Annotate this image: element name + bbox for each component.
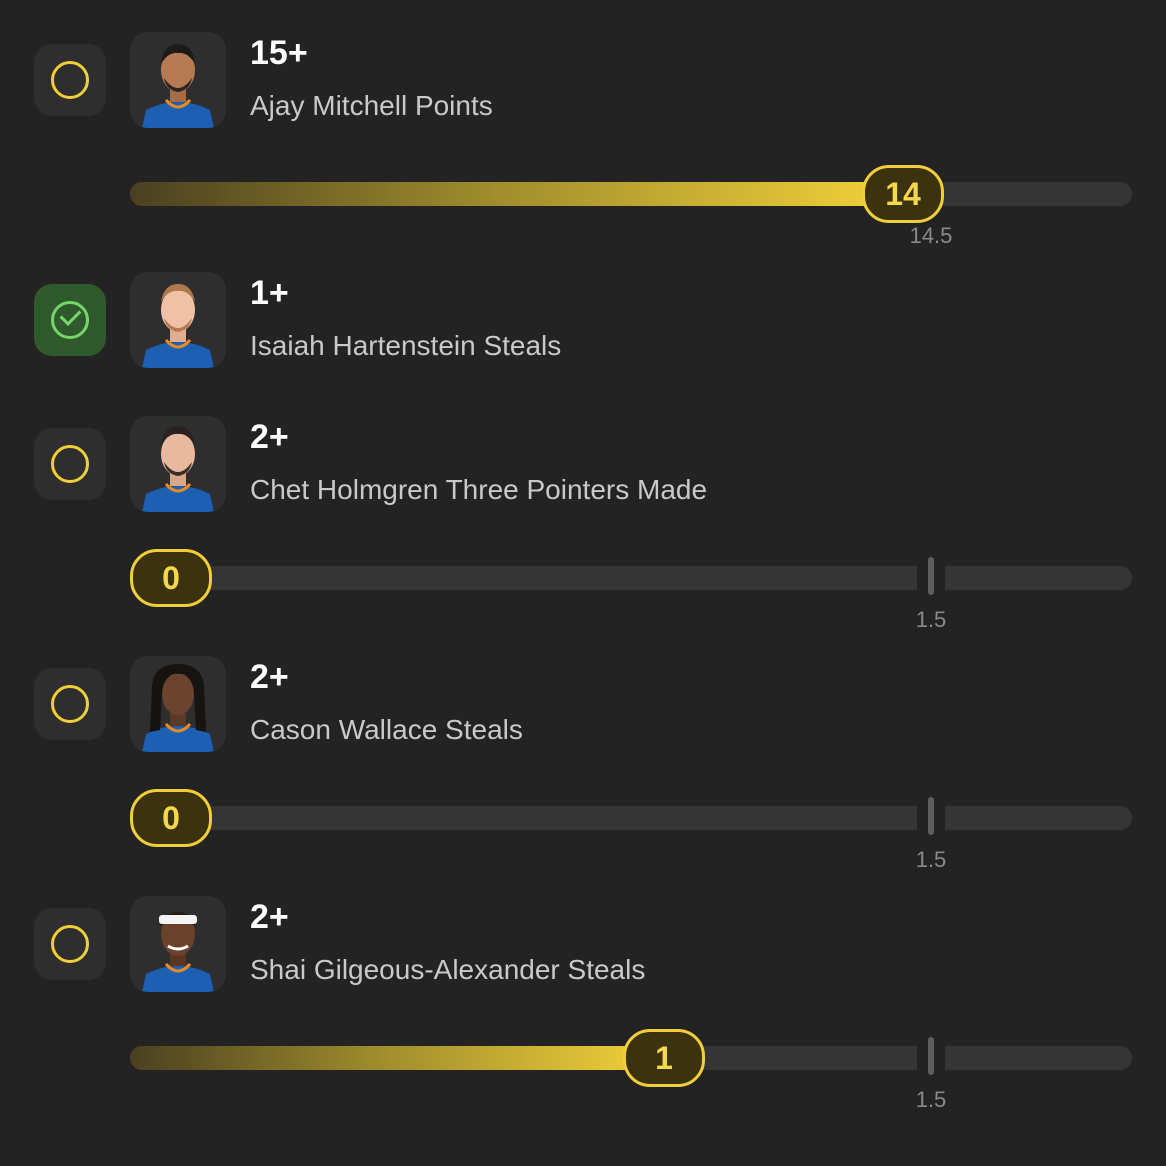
pending-status-icon[interactable] (34, 428, 106, 500)
prop-market: Shai Gilgeous-Alexander Steals (250, 954, 646, 985)
prop-market: Cason Wallace Steals (250, 714, 523, 745)
empty-circle-icon (51, 445, 89, 483)
empty-circle-icon (51, 925, 89, 963)
player-avatar (130, 896, 226, 992)
hit-status-icon[interactable] (34, 284, 106, 356)
current-value-badge: 0 (130, 789, 212, 847)
prop-market: Isaiah Hartenstein Steals (250, 330, 562, 361)
progress-track (130, 182, 1132, 206)
current-value-badge: 1 (623, 1029, 705, 1087)
player-avatar (130, 32, 226, 128)
threshold-tick (928, 557, 934, 595)
player-avatar (130, 416, 226, 512)
prop-line: 15+ (250, 34, 308, 72)
threshold-tick (928, 1037, 934, 1075)
progress-fill (130, 182, 903, 206)
prop-line: 2+ (250, 658, 289, 696)
prop-market: Chet Holmgren Three Pointers Made (250, 474, 708, 505)
pending-status-icon[interactable] (34, 908, 106, 980)
threshold-label: 1.5 (915, 847, 947, 872)
progress-track (130, 557, 1132, 595)
pending-status-icon[interactable] (34, 668, 106, 740)
current-value-badge: 0 (130, 549, 212, 607)
threshold-label: 14.5 (909, 223, 953, 248)
prop-line: 1+ (250, 274, 289, 312)
threshold-label: 1.5 (915, 607, 947, 632)
prop-line: 2+ (250, 898, 289, 936)
threshold-tick (928, 797, 934, 835)
player-avatar (130, 272, 226, 368)
progress-fill (130, 1046, 664, 1070)
pending-status-icon[interactable] (34, 44, 106, 116)
empty-circle-icon (51, 685, 89, 723)
empty-circle-icon (51, 61, 89, 99)
prop-line: 2+ (250, 418, 289, 456)
current-value-badge: 14 (862, 165, 944, 223)
prop-market: Ajay Mitchell Points (250, 90, 493, 121)
threshold-label: 1.5 (915, 1087, 947, 1112)
player-avatar (130, 656, 226, 752)
progress-track (130, 797, 1132, 835)
